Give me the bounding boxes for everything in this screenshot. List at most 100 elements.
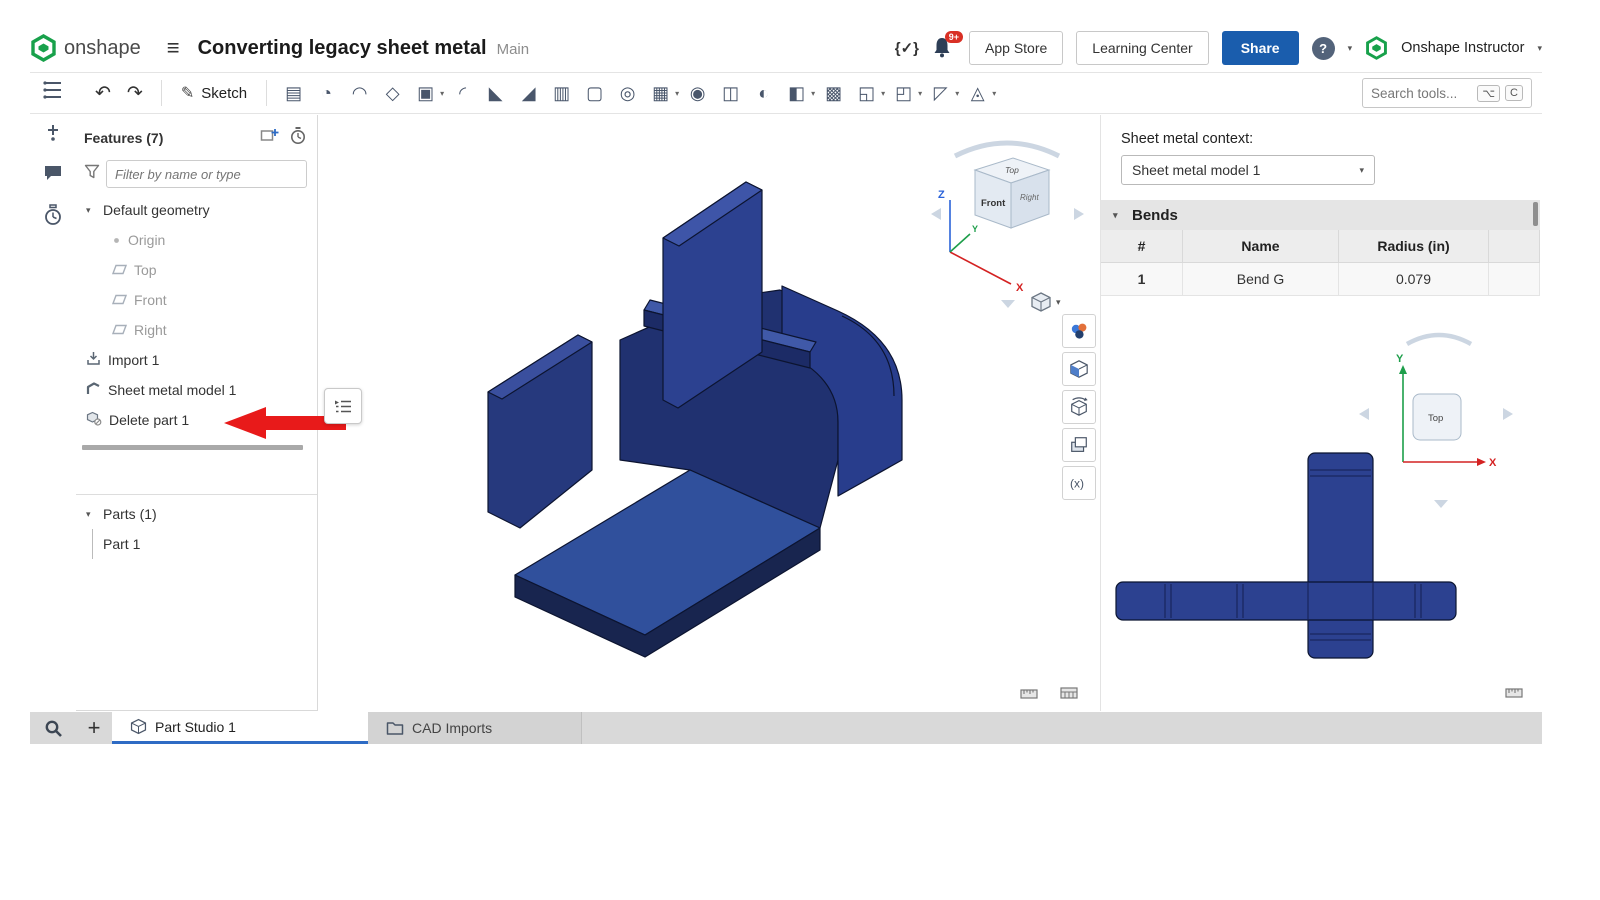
tab-part-studio-1[interactable]: Part Studio 1	[112, 712, 368, 744]
loft-tool[interactable]: ◇	[377, 78, 408, 108]
tree-item-origin[interactable]: Origin	[76, 225, 317, 255]
chevron-down-icon[interactable]: ▾	[992, 89, 996, 98]
history-icon[interactable]	[43, 204, 63, 231]
share-button[interactable]: Share	[1222, 31, 1299, 65]
bend-row-num[interactable]: 1	[1101, 263, 1183, 296]
hole-tool[interactable]: ◎	[612, 78, 643, 108]
bend-row-radius[interactable]: 0.079	[1339, 263, 1489, 296]
delete-part-icon	[86, 411, 102, 429]
tab-search-icon[interactable]	[30, 712, 76, 744]
filter-input[interactable]	[106, 160, 307, 188]
split-tool[interactable]: ◧	[781, 78, 812, 108]
col-header-num: #	[1101, 230, 1183, 263]
rib-tool[interactable]: ▥	[546, 78, 577, 108]
rotate-left-arrow[interactable]	[1359, 408, 1369, 420]
named-views-icon[interactable]	[1062, 390, 1096, 424]
tree-item-part-1[interactable]: Part 1	[92, 529, 317, 559]
scale-icon[interactable]	[1060, 686, 1078, 704]
flat-ruler-icon[interactable]	[1505, 685, 1523, 703]
isolate-icon[interactable]: (x)	[1062, 466, 1096, 500]
rollback-history-icon[interactable]	[289, 126, 307, 150]
menu-icon[interactable]: ≡	[167, 35, 180, 61]
extrude-tool[interactable]: ▤	[278, 78, 309, 108]
redo-button[interactable]: ↷	[120, 82, 150, 105]
tree-item-default-geometry[interactable]: ▾ Default geometry	[76, 195, 317, 225]
finish-sheet-metal-tool[interactable]: ▩	[818, 78, 849, 108]
view-options-button[interactable]: ▾	[1030, 291, 1061, 313]
bends-section-header[interactable]: ▾ Bends	[1101, 200, 1540, 230]
sweep-tool[interactable]: ◠	[344, 78, 375, 108]
toolbar-divider	[161, 80, 162, 106]
chevron-down-icon[interactable]: ▾	[675, 89, 679, 98]
tree-item-top-plane[interactable]: Top	[76, 255, 317, 285]
comments-icon[interactable]	[43, 164, 63, 187]
chevron-down-icon[interactable]: ▾	[440, 89, 444, 98]
chevron-down-icon[interactable]: ▾	[918, 89, 922, 98]
rotate-left-arrow[interactable]	[931, 208, 941, 220]
sheet-metal-part[interactable]	[470, 160, 920, 680]
insert-feature-icon[interactable]	[260, 127, 279, 149]
sketch-button[interactable]: ✎ Sketch	[173, 83, 255, 103]
boolean-tool[interactable]: ◐	[748, 78, 779, 108]
mirror-tool[interactable]: ◫	[715, 78, 746, 108]
chevron-down-icon[interactable]: ▾	[1348, 43, 1353, 54]
rotate-right-arrow[interactable]	[1503, 408, 1513, 420]
appearance-icon[interactable]	[1062, 314, 1096, 348]
shell-tool[interactable]: ▢	[579, 78, 610, 108]
draft-tool[interactable]: ◢	[513, 78, 544, 108]
section-view-icon[interactable]	[1062, 428, 1096, 462]
learning-center-button[interactable]: Learning Center	[1076, 31, 1208, 65]
cube-label-top: Top	[1428, 413, 1443, 424]
mate-connector-tool[interactable]: ◬	[962, 78, 993, 108]
parts-title: Parts (1)	[103, 506, 157, 522]
tree-item-label: Delete part 1	[109, 412, 189, 428]
sheet-metal-context-select[interactable]: Sheet metal model 1 ▾	[1121, 155, 1375, 185]
mate-connector-rail-icon[interactable]	[43, 122, 63, 147]
app-store-button[interactable]: App Store	[969, 31, 1063, 65]
view-cube[interactable]: Top Front Right Z X Y	[925, 128, 1090, 310]
transform-tool[interactable]: ◰	[888, 78, 919, 108]
cube-label-right: Right	[1020, 193, 1039, 202]
revolve-tool[interactable]: ◔	[311, 78, 342, 108]
tree-item-import-1[interactable]: Import 1	[76, 345, 317, 375]
flange-tool[interactable]: ◱	[851, 78, 882, 108]
feature-list-flyout-button[interactable]	[324, 388, 362, 424]
tab-cad-imports[interactable]: CAD Imports	[368, 712, 582, 744]
chevron-down-icon[interactable]: ▾	[955, 89, 959, 98]
chamfer-tool[interactable]: ◣	[480, 78, 511, 108]
fillet-tool[interactable]: ◜	[447, 78, 478, 108]
rotate-down-arrow[interactable]	[1001, 300, 1015, 308]
units-ruler-icon[interactable]	[1020, 686, 1038, 704]
plane-tool[interactable]: ◸	[925, 78, 956, 108]
tree-item-sheet-metal-model-1[interactable]: Sheet metal model 1	[76, 375, 317, 405]
search-tools-input[interactable]: Search tools... ⌥ C	[1362, 78, 1532, 108]
add-tab-button[interactable]: +	[76, 712, 112, 744]
flat-pattern-part[interactable]	[1109, 446, 1465, 666]
tree-item-parts[interactable]: ▾ Parts (1)	[76, 499, 317, 529]
user-menu[interactable]: Onshape Instructor	[1401, 40, 1524, 56]
chevron-down-icon[interactable]: ▾	[811, 89, 815, 98]
bend-row-name[interactable]: Bend G	[1183, 263, 1339, 296]
feature-list-icon[interactable]	[42, 80, 64, 105]
undo-button[interactable]: ↶	[88, 82, 118, 105]
chevron-down-icon[interactable]: ▾	[86, 205, 96, 216]
tree-item-right-plane[interactable]: Right	[76, 315, 317, 345]
shaded-view-icon[interactable]	[1062, 352, 1096, 386]
thicken-tool[interactable]: ▣	[410, 78, 441, 108]
circular-pattern-tool[interactable]: ◉	[682, 78, 713, 108]
tree-item-front-plane[interactable]: Front	[76, 285, 317, 315]
chevron-down-icon[interactable]: ▾	[1537, 43, 1542, 54]
linear-pattern-tool[interactable]: ▦	[645, 78, 676, 108]
rotate-right-arrow[interactable]	[1074, 208, 1084, 220]
help-icon[interactable]: ?	[1312, 37, 1335, 60]
folder-icon	[386, 721, 404, 736]
chevron-down-icon[interactable]: ▾	[86, 509, 96, 520]
notifications-bell-icon[interactable]: 9+	[932, 36, 956, 60]
tree-item-label: Part 1	[103, 536, 140, 552]
chevron-down-icon[interactable]: ▾	[881, 89, 885, 98]
onshape-account-logo-icon	[1365, 36, 1388, 60]
y-axis-label: Y	[972, 224, 978, 234]
versions-icon[interactable]: {✓}	[895, 39, 919, 57]
rollback-bar[interactable]	[82, 445, 303, 450]
panel-scrollbar[interactable]	[1533, 202, 1538, 226]
